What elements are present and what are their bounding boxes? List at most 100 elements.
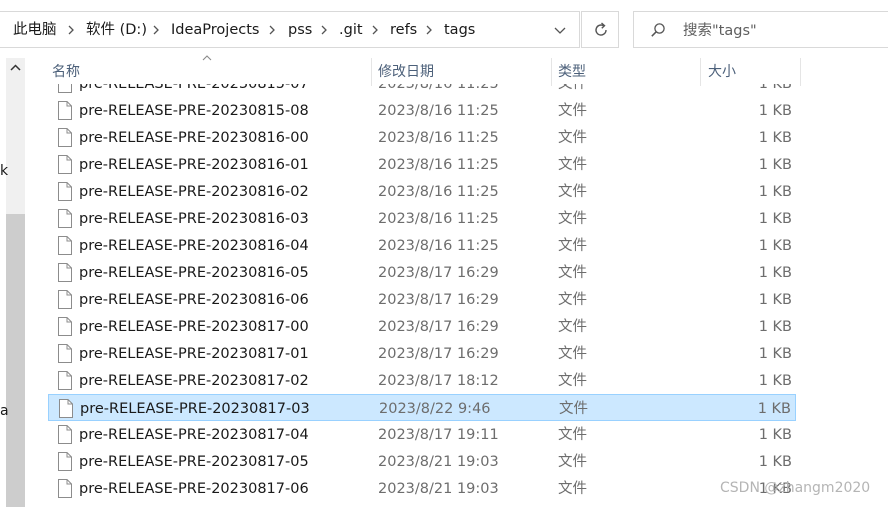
chevron-right-icon[interactable] (66, 21, 76, 39)
file-icon (58, 452, 72, 471)
search-box[interactable]: 搜索"tags" (633, 11, 888, 48)
chevron-down-icon[interactable] (552, 24, 568, 38)
breadcrumb-git[interactable]: .git (339, 20, 363, 40)
file-row[interactable]: pre-RELEASE-PRE-20230817-00 2023/8/17 16:… (48, 313, 796, 340)
file-type: 文件 (558, 292, 587, 308)
file-modified: 2023/8/16 11:25 (378, 84, 499, 92)
file-icon (58, 236, 72, 255)
file-row[interactable]: pre-RELEASE-PRE-20230816-01 2023/8/16 11:… (48, 151, 796, 178)
nav-item-fragment[interactable]: kl (0, 162, 8, 180)
file-size: 1 KB (758, 157, 792, 173)
file-row[interactable]: pre-RELEASE-PRE-20230817-03 2023/8/22 9:4… (48, 394, 796, 421)
column-divider[interactable] (800, 58, 801, 86)
file-icon (58, 344, 72, 363)
file-type: 文件 (558, 103, 587, 119)
breadcrumb-this-pc[interactable]: 此电脑 (13, 20, 57, 40)
chevron-right-icon[interactable] (151, 21, 161, 39)
file-modified: 2023/8/21 19:03 (378, 454, 499, 470)
file-size: 1 KB (758, 84, 792, 92)
file-type: 文件 (558, 238, 587, 254)
file-name: pre-RELEASE-PRE-20230815-08 (79, 103, 309, 119)
breadcrumb-ideaprojects[interactable]: IdeaProjects (171, 20, 259, 40)
file-icon (59, 399, 73, 418)
column-header-size[interactable]: 大小 (708, 58, 736, 86)
file-name: pre-RELEASE-PRE-20230817-02 (79, 373, 309, 389)
file-modified: 2023/8/17 16:29 (378, 292, 499, 308)
file-row[interactable]: pre-RELEASE-PRE-20230817-06 2023/8/21 19:… (48, 475, 796, 502)
breadcrumb-drive-d[interactable]: 软件 (D:) (86, 20, 147, 40)
file-name: pre-RELEASE-PRE-20230816-01 (79, 157, 309, 173)
refresh-button[interactable] (581, 11, 619, 48)
sort-ascending-icon (202, 55, 212, 61)
column-header-name[interactable]: 名称 (52, 58, 80, 86)
file-row[interactable]: pre-RELEASE-PRE-20230816-00 2023/8/16 11:… (48, 124, 796, 151)
file-name: pre-RELEASE-PRE-20230816-06 (79, 292, 309, 308)
column-divider[interactable] (551, 58, 552, 86)
file-type: 文件 (559, 401, 588, 417)
column-divider[interactable] (700, 58, 701, 86)
file-row[interactable]: pre-RELEASE-PRE-20230816-03 2023/8/16 11:… (48, 205, 796, 232)
file-name: pre-RELEASE-PRE-20230817-06 (79, 481, 309, 497)
file-modified: 2023/8/16 11:25 (378, 103, 499, 119)
file-size: 1 KB (758, 103, 792, 119)
navigation-pane[interactable]: kl a (0, 58, 28, 507)
file-name: pre-RELEASE-PRE-20230817-00 (79, 319, 309, 335)
file-icon (58, 290, 72, 309)
column-header-modified[interactable]: 修改日期 (378, 58, 434, 86)
chevron-right-icon[interactable] (267, 21, 277, 39)
breadcrumb-tags[interactable]: tags (444, 20, 475, 40)
file-icon (58, 263, 72, 282)
address-bar[interactable]: 此电脑 软件 (D:) IdeaProjects pss .git refs t… (0, 11, 580, 48)
file-size: 1 KB (758, 427, 792, 443)
file-row[interactable]: pre-RELEASE-PRE-20230815-08 2023/8/16 11:… (48, 97, 796, 124)
file-row[interactable]: pre-RELEASE-PRE-20230817-04 2023/8/17 19:… (48, 421, 796, 448)
file-row[interactable]: pre-RELEASE-PRE-20230817-01 2023/8/17 16:… (48, 340, 796, 367)
file-modified: 2023/8/16 11:25 (378, 157, 499, 173)
file-icon (58, 371, 72, 390)
column-header-type[interactable]: 类型 (558, 58, 586, 86)
scroll-up-arrow-icon[interactable] (6, 58, 25, 78)
file-name: pre-RELEASE-PRE-20230817-04 (79, 427, 309, 443)
file-row[interactable]: pre-RELEASE-PRE-20230816-06 2023/8/17 16:… (48, 286, 796, 313)
toolbar: 此电脑 软件 (D:) IdeaProjects pss .git refs t… (0, 0, 888, 58)
file-type: 文件 (558, 481, 587, 497)
file-size: 1 KB (758, 184, 792, 200)
breadcrumb-pss[interactable]: pss (288, 20, 312, 40)
file-row[interactable]: pre-RELEASE-PRE-20230817-02 2023/8/17 18:… (48, 367, 796, 394)
file-type: 文件 (558, 130, 587, 146)
nav-scrollbar-thumb[interactable] (6, 214, 25, 507)
breadcrumb-refs[interactable]: refs (390, 20, 417, 40)
search-input[interactable]: 搜索"tags" (683, 21, 757, 41)
file-size: 1 KB (758, 265, 792, 281)
chevron-right-icon[interactable] (424, 21, 434, 39)
file-type: 文件 (558, 346, 587, 362)
file-icon (58, 128, 72, 147)
file-row[interactable]: pre-RELEASE-PRE-20230816-02 2023/8/16 11:… (48, 178, 796, 205)
file-row[interactable]: pre-RELEASE-PRE-20230817-05 2023/8/21 19:… (48, 448, 796, 475)
file-modified: 2023/8/21 19:03 (378, 481, 499, 497)
file-row[interactable]: pre-RELEASE-PRE-20230816-04 2023/8/16 11:… (48, 232, 796, 259)
file-size: 1 KB (758, 373, 792, 389)
nav-item-fragment[interactable]: a (0, 402, 8, 420)
file-type: 文件 (558, 265, 587, 281)
file-row[interactable]: pre-RELEASE-PRE-20230816-05 2023/8/17 16:… (48, 259, 796, 286)
refresh-icon (595, 22, 607, 36)
file-icon (58, 84, 72, 93)
search-icon (651, 23, 665, 37)
file-modified: 2023/8/17 19:11 (378, 427, 499, 443)
file-type: 文件 (558, 157, 587, 173)
chevron-right-icon[interactable] (319, 21, 329, 39)
file-name: pre-RELEASE-PRE-20230816-03 (79, 211, 309, 227)
column-divider[interactable] (371, 58, 372, 86)
file-modified: 2023/8/17 16:29 (378, 265, 499, 281)
file-type: 文件 (558, 454, 587, 470)
file-row[interactable]: pre-RELEASE-PRE-20230815-07 2023/8/16 11:… (48, 84, 796, 97)
file-modified: 2023/8/17 18:12 (378, 373, 499, 389)
file-modified: 2023/8/16 11:25 (378, 184, 499, 200)
file-list[interactable]: pre-RELEASE-PRE-20230815-07 2023/8/16 11:… (48, 84, 888, 507)
file-icon (58, 182, 72, 201)
file-name: pre-RELEASE-PRE-20230817-01 (79, 346, 309, 362)
chevron-right-icon[interactable] (370, 21, 380, 39)
file-type: 文件 (558, 184, 587, 200)
file-name: pre-RELEASE-PRE-20230816-04 (79, 238, 309, 254)
